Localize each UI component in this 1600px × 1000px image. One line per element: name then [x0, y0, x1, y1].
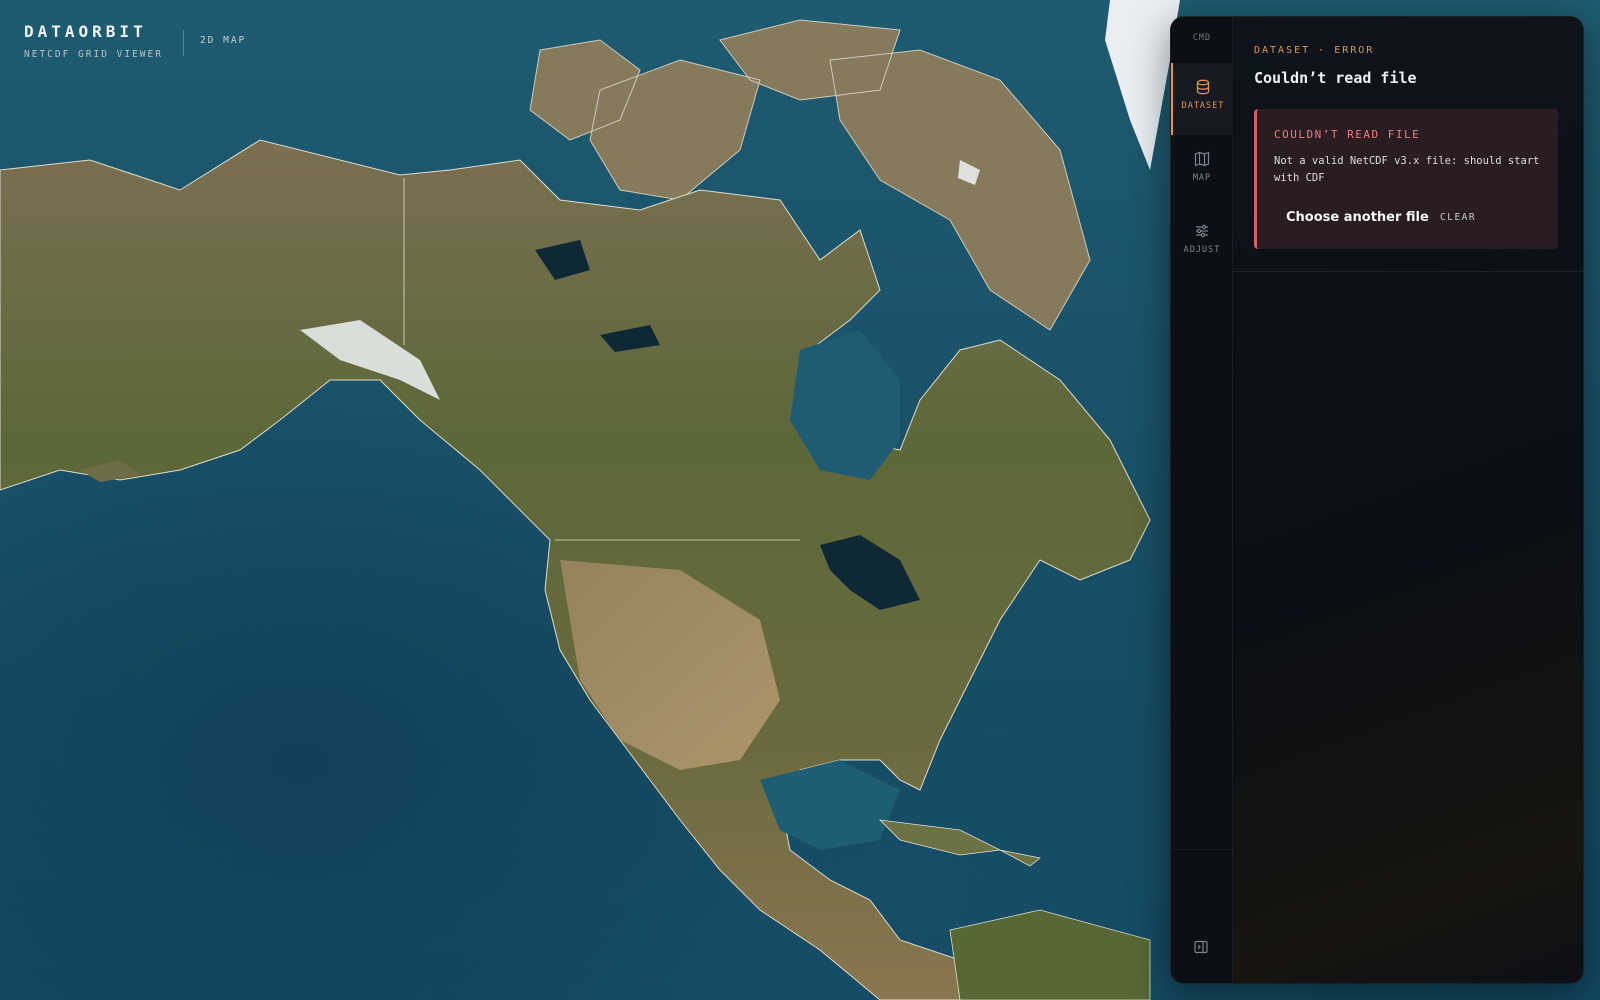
error-message: Not a valid NetCDF v3.x file: should sta…: [1274, 155, 1540, 184]
map-icon: [1194, 151, 1210, 167]
brand: DATAORBIT NETCDF GRID VIEWER 2D MAP: [24, 22, 246, 60]
rail-item-label: ADJUST: [1183, 245, 1221, 255]
sliders-icon: [1196, 224, 1208, 238]
panel-collapse-button[interactable]: [1194, 939, 1208, 958]
brand-text: DATAORBIT NETCDF GRID VIEWER: [24, 22, 163, 60]
rail-cmd-button[interactable]: CMD: [1171, 33, 1233, 43]
icon-rail: CMD DATASET MAP ADJUST: [1171, 17, 1233, 983]
rail-item-adjust[interactable]: ADJUST: [1171, 207, 1233, 279]
app-subtitle: NETCDF GRID VIEWER: [24, 49, 163, 60]
rail-item-dataset[interactable]: DATASET: [1171, 63, 1233, 135]
caribbean-islands: [878, 819, 1041, 867]
app-title: DATAORBIT: [24, 22, 147, 41]
rail-item-label: DATASET: [1181, 101, 1225, 111]
error-title: COULDN’T READ FILE: [1274, 128, 1421, 141]
panel-title: Couldn’t read file: [1254, 69, 1417, 87]
side-panel: CMD DATASET MAP ADJUST DATASET · ERROR C…: [1170, 16, 1584, 984]
database-icon: [1196, 79, 1210, 95]
panel-eyebrow: DATASET · ERROR: [1254, 45, 1375, 56]
clear-button[interactable]: CLEAR: [1440, 207, 1476, 227]
rail-divider: [1171, 849, 1233, 850]
error-card: COULDN’T READ FILE Not a valid NetCDF v3…: [1254, 109, 1558, 249]
greenland: [1105, 0, 1180, 170]
south-america-edge: [949, 909, 1151, 1000]
choose-another-file-button[interactable]: Choose another file: [1274, 207, 1441, 227]
rail-item-map[interactable]: MAP: [1171, 135, 1233, 207]
panel-collapse-icon: [1194, 940, 1208, 954]
section-divider: [1233, 271, 1583, 272]
view-mode-label: 2D MAP: [199, 35, 247, 46]
rail-item-label: MAP: [1192, 173, 1212, 183]
brand-divider: [182, 30, 184, 56]
